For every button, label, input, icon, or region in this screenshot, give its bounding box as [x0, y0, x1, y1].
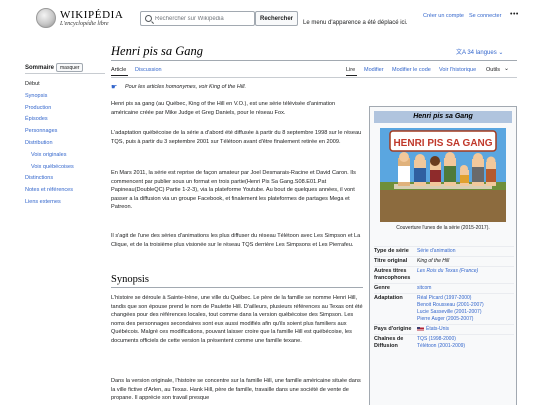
- infobox-row-label: Autres titres francophones: [374, 268, 411, 281]
- tab-edit-source[interactable]: Modifier le code: [392, 67, 431, 73]
- intro-paragraph-4: Il s'agit de l'une des séries d'animatio…: [111, 233, 361, 248]
- toc-title: Sommaire: [25, 65, 55, 71]
- tab-read-underline: [346, 75, 357, 76]
- title-divider: [111, 60, 517, 61]
- infobox-value-text[interactable]: Lucie Sasseville (2001-2007): [417, 309, 481, 315]
- intro-paragraph-3: En Mars 2011, la série est reprise de fa…: [111, 170, 356, 211]
- infobox-row-value: Les Rois du Texas (France): [417, 268, 514, 282]
- intro-paragraph-1: Henri pis sa gang (au Québec, King of th…: [111, 101, 336, 116]
- infobox: Henri pis sa Gang HENRI PIS SA GANG Couv…: [369, 106, 517, 405]
- search-button[interactable]: Rechercher: [255, 11, 298, 26]
- infobox-row: Autres titres francophones Les Rois du Te…: [374, 266, 514, 283]
- hatnote: Pour les articles homonymes, voir King o…: [125, 84, 247, 90]
- infobox-row-label: Genre: [374, 285, 390, 291]
- infobox-value-text[interactable]: États-Unis: [426, 326, 449, 332]
- infobox-row: Titre original King of the Hill: [374, 256, 514, 266]
- search-input[interactable]: [155, 12, 253, 25]
- synopsis-paragraph-2: Dans la version originale, l'histoire se…: [111, 378, 361, 402]
- toc-item[interactable]: Distribution: [25, 138, 105, 150]
- language-count: 34 langues: [467, 50, 497, 56]
- create-account-link[interactable]: Créer un compte: [423, 13, 464, 19]
- infobox-value-text[interactable]: Benoit Rousseau (2001-2007): [417, 302, 484, 308]
- translate-icon: 文A: [456, 50, 468, 56]
- synopsis-heading: Synopsis: [111, 274, 363, 288]
- infobox-value-text[interactable]: Les Rois du Texas (France): [417, 268, 478, 274]
- toc-item[interactable]: Distinctions: [25, 173, 105, 185]
- infobox-row-value: TQS (1998-2000) Télétoon (2001-2009): [417, 336, 514, 350]
- us-flag-icon: [417, 326, 424, 331]
- infobox-caption: Couverture l'unes de la série (2015-2017…: [396, 225, 490, 231]
- toc-item[interactable]: Voix originales: [25, 150, 105, 162]
- cover-logo-text: HENRI PIS SA GANG: [393, 138, 492, 149]
- infobox-row: Type de série Série d'animation: [374, 246, 514, 256]
- login-link[interactable]: Se connecter: [469, 13, 501, 19]
- toc-item[interactable]: Synopsis: [25, 91, 105, 103]
- search-box: [140, 11, 255, 26]
- toc-header: Sommaire masquer: [25, 62, 105, 74]
- more-options-icon[interactable]: •••: [510, 11, 519, 18]
- infobox-value-text[interactable]: TQS (1998-2000): [417, 336, 456, 342]
- infobox-value-text[interactable]: Série d'animation: [417, 248, 455, 254]
- infobox-row-value: États-Unis: [417, 326, 514, 333]
- tab-article-underline: [111, 75, 128, 76]
- toc-item[interactable]: Personnages: [25, 126, 105, 138]
- tab-history[interactable]: Voir l'historique: [439, 67, 476, 73]
- infobox-row: Adaptation Réal Picard (1997-2000) Benoit …: [374, 293, 514, 324]
- synopsis-paragraph-1: L'histoire se déroule à Sainte-Irène, un…: [111, 295, 363, 344]
- tabs-divider: [111, 77, 517, 78]
- infobox-row-value: King of the Hill: [417, 258, 514, 265]
- logo-tagline: L'encyclopédie libre: [60, 21, 109, 27]
- infobox-value-text: King of the Hill: [417, 258, 450, 264]
- toc-item[interactable]: Production: [25, 103, 105, 115]
- site-header: WIKIPÉDIA L'encyclopédie libre Recherche…: [0, 0, 540, 36]
- table-of-contents: Sommaire masquer Début Synopsis Production…: [25, 62, 105, 209]
- infobox-value-text[interactable]: Réal Picard (1997-2000): [417, 295, 471, 301]
- infobox-rows: Type de série Série d'animation Titre orig…: [374, 246, 514, 351]
- toc-item[interactable]: Notes et références: [25, 185, 105, 197]
- tab-article[interactable]: Article: [111, 67, 126, 73]
- language-button[interactable]: 文A 34 langues ⌄: [456, 47, 503, 56]
- infobox-row: Pays d'origine États-Unis: [374, 324, 514, 334]
- appearance-notice: Le menu d'apparence a été déplacé ici.: [303, 20, 408, 26]
- intro-paragraph-2: L'adaptation québécoise de la série a d'…: [111, 130, 362, 145]
- infobox-value-text[interactable]: Télétoon (2001-2009): [417, 343, 465, 349]
- search-icon: [145, 15, 152, 22]
- toc-item[interactable]: Épisodes: [25, 114, 105, 126]
- tab-discussion[interactable]: Discussion: [135, 67, 162, 73]
- toc-list: Début Synopsis Production Épisodes Personnag…: [25, 79, 105, 209]
- series-cover-image[interactable]: HENRI PIS SA GANG: [380, 128, 506, 222]
- cover-illustration: HENRI PIS SA GANG: [380, 128, 506, 222]
- infobox-row-label: Chaînes de Diffusion: [374, 336, 404, 349]
- toc-hide-button[interactable]: masquer: [56, 63, 84, 72]
- infobox-value-text[interactable]: sitcom: [417, 285, 431, 291]
- infobox-row-value: Réal Picard (1997-2000) Benoit Rousseau (…: [417, 295, 514, 323]
- logo-wordmark[interactable]: WIKIPÉDIA: [60, 9, 123, 21]
- chevron-down-icon: ⌄: [496, 50, 504, 56]
- toc-item[interactable]: Voix québécoises: [25, 162, 105, 174]
- wikipedia-globe-logo[interactable]: [36, 8, 56, 28]
- infobox-row-label: Titre original: [374, 258, 408, 264]
- infobox-row: Genre sitcom: [374, 283, 514, 293]
- infobox-row-label: Adaptation: [374, 295, 403, 301]
- chevron-down-icon[interactable]: ⌄: [504, 65, 509, 72]
- toc-item[interactable]: Début: [25, 79, 105, 91]
- disambiguation-icon: ☛: [111, 84, 118, 91]
- infobox-value-text[interactable]: Pierre Auger (2005-2007): [417, 316, 473, 322]
- infobox-row-label: Type de série: [374, 248, 409, 254]
- tab-edit[interactable]: Modifier: [364, 67, 384, 73]
- tools-menu[interactable]: Outils: [486, 67, 500, 73]
- page-title: Henri pis sa Gang: [111, 44, 204, 58]
- infobox-title: Henri pis sa Gang: [374, 111, 512, 123]
- toc-item[interactable]: Liens externes: [25, 197, 105, 209]
- tab-read[interactable]: Lire: [346, 67, 355, 73]
- infobox-row-label: Pays d'origine: [374, 326, 412, 332]
- infobox-row-value: Série d'animation: [417, 248, 514, 255]
- infobox-row-value: sitcom: [417, 285, 514, 292]
- infobox-row: Chaînes de Diffusion TQS (1998-2000) Télét…: [374, 334, 514, 351]
